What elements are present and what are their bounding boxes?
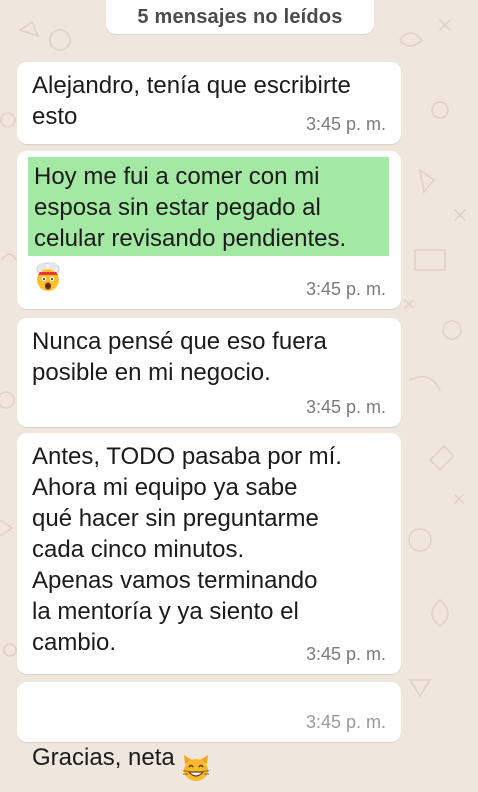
unread-messages-banner: 5 mensajes no leídos	[106, 0, 374, 34]
message-bubble[interactable]: Hoy me fui a comer con mi esposa sin est…	[17, 151, 401, 309]
message-timestamp: 3:45 p. m.	[305, 397, 386, 417]
message-text: Antes, TODO pasaba por mí. Ahora mi equi…	[32, 443, 342, 656]
message-bubble[interactable]: Gracias, neta 3:45 p. m.	[17, 682, 401, 781]
message-timestamp: 3:45 p. m.	[305, 279, 386, 299]
message-timestamp: 3:45 p. m.	[305, 712, 386, 732]
message-bubble[interactable]: Alejandro, tenía que escribirte esto 3:4…	[17, 62, 401, 144]
message-timestamp: 3:45 p. m.	[305, 114, 386, 134]
message-timestamp: 3:45 p. m.	[305, 644, 386, 664]
grinning-cat-emoji	[181, 723, 211, 790]
message-text: Hoy me fui a comer con mi esposa sin est…	[34, 163, 347, 252]
unread-label: 5 mensajes no leídos	[137, 5, 343, 28]
exploding-head-emoji	[33, 261, 63, 298]
message-text: Nunca pensé que eso fuera posible en mi …	[32, 328, 327, 386]
message-bubble[interactable]: Antes, TODO pasaba por mí. Ahora mi equi…	[17, 433, 401, 674]
message-bubble[interactable]: Nunca pensé que eso fuera posible en mi …	[17, 318, 401, 427]
message-text: Gracias, neta	[32, 743, 175, 771]
highlighted-text: Hoy me fui a comer con mi esposa sin est…	[28, 157, 389, 256]
